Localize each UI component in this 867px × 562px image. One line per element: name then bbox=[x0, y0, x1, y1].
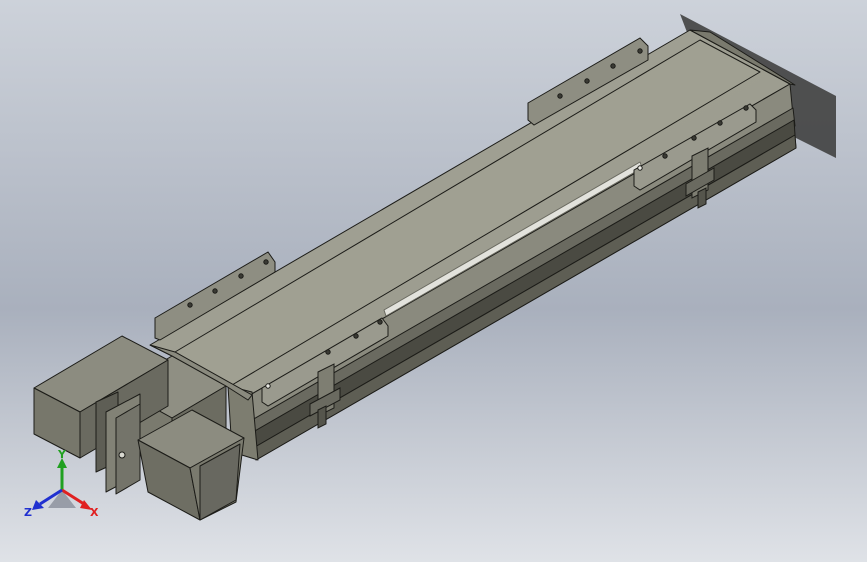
model-scene[interactable] bbox=[0, 0, 867, 562]
coupling-front bbox=[115, 403, 141, 495]
orientation-triad[interactable]: Y X Z bbox=[22, 448, 108, 526]
y-axis-label: Y bbox=[57, 448, 67, 461]
graphics-viewport[interactable]: Y X Z bbox=[0, 0, 867, 562]
z-axis-label: Z bbox=[24, 506, 32, 519]
triad-base bbox=[48, 490, 76, 508]
x-axis-label: X bbox=[90, 506, 99, 519]
